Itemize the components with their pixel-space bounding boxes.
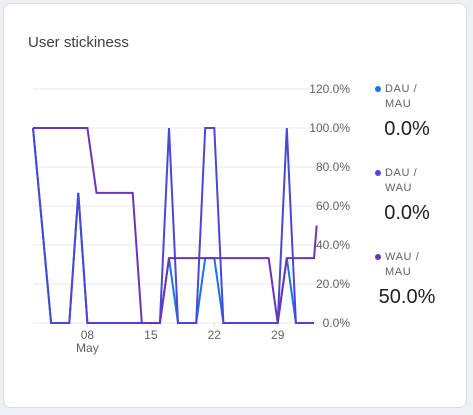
x-tick-label: 22 [208, 328, 222, 342]
dau-mau-color-dot [375, 86, 381, 92]
chart-series [32, 127, 318, 324]
dau-wau-color-dot [375, 170, 381, 176]
legend-label-wau-mau: WAU / MAU [385, 250, 425, 280]
wau-mau-color-dot [375, 254, 381, 260]
y-tick-label: 0.0% [323, 316, 351, 330]
x-axis-ticks: 08May 15 22 29 [76, 323, 285, 355]
y-tick-label: 80.0% [316, 160, 350, 174]
legend-label-line1: WAU / [385, 251, 420, 263]
x-tick-label: 29 [271, 328, 285, 342]
y-tick-label: 20.0% [316, 277, 350, 291]
legend-label-dau-wau: DAU / WAU [385, 166, 425, 196]
legend-value-dau-wau: 0.0% [384, 202, 430, 224]
legend-label-line2: MAU [385, 98, 412, 110]
y-tick-label: 60.0% [316, 199, 350, 213]
x-tick-label: 15 [144, 328, 158, 342]
user-stickiness-card: User stickiness 0.0% 20.0% 40.0% 60.0% 80.0%… [3, 3, 467, 408]
legend-label-dau-mau: DAU / MAU [385, 82, 425, 112]
chart-gridlines [33, 88, 350, 324]
x-tick-sublabel: May [76, 341, 99, 355]
legend-label-line1: DAU / [385, 83, 418, 95]
y-tick-label: 100.0% [309, 121, 350, 135]
y-tick-label: 40.0% [316, 238, 350, 252]
legend-label-line1: DAU / [385, 167, 418, 179]
x-tick-label: 08 [81, 328, 95, 342]
legend-value-wau-mau: 50.0% [378, 286, 436, 308]
y-axis-ticks: 0.0% 20.0% 40.0% 60.0% 80.0% 100.0% 120.0% [309, 82, 350, 330]
y-tick-label: 120.0% [309, 82, 350, 96]
legend-label-line2: MAU [385, 266, 412, 278]
legend-value-dau-mau: 0.0% [384, 118, 430, 140]
legend-label-line2: WAU [385, 182, 413, 194]
